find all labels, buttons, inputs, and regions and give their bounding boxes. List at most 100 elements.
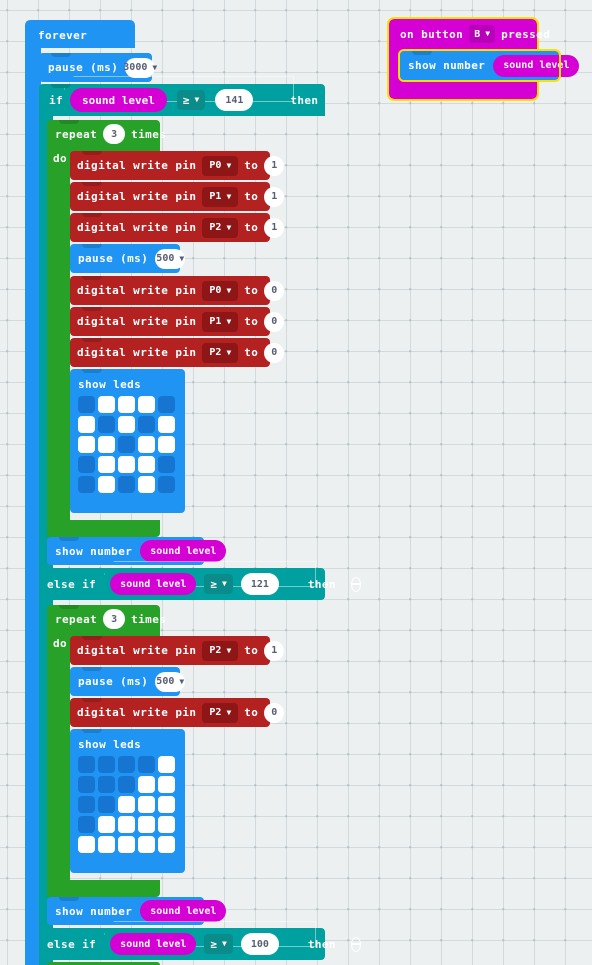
digital-write-block[interactable]: digital write pin P2 ▼ to 1 xyxy=(70,636,285,665)
led-cell-r5-c2[interactable] xyxy=(98,836,115,853)
led-cell-r1-c3[interactable] xyxy=(118,396,135,413)
led-cell-r2-c4[interactable] xyxy=(138,416,155,433)
led-cell-r2-c1[interactable] xyxy=(78,776,95,793)
sound-level-reporter[interactable]: sound level xyxy=(140,900,227,922)
pin-dropdown[interactable]: P2 ▼ xyxy=(202,640,239,661)
repeat-count-field[interactable]: 3 xyxy=(103,609,126,629)
led-cell-r2-c3[interactable] xyxy=(118,416,135,433)
led-cell-r1-c1[interactable] xyxy=(78,756,95,773)
sound-level-reporter[interactable]: sound level xyxy=(110,573,197,595)
pin-value-field[interactable]: 1 xyxy=(264,186,285,207)
pin-value-field[interactable]: 1 xyxy=(264,640,285,661)
led-cell-r5-c5[interactable] xyxy=(158,836,175,853)
led-cell-r1-c1[interactable] xyxy=(78,396,95,413)
led-cell-r3-c3[interactable] xyxy=(118,796,135,813)
led-cell-r4-c1[interactable] xyxy=(78,816,95,833)
led-cell-r3-c3[interactable] xyxy=(118,436,135,453)
digital-write-block[interactable]: digital write pin P2 ▼ to 0 xyxy=(70,698,285,727)
pin-value-field[interactable]: 1 xyxy=(264,217,285,238)
led-cell-r4-c1[interactable] xyxy=(78,456,95,473)
led-cell-r2-c4[interactable] xyxy=(138,776,155,793)
led-cell-r1-c2[interactable] xyxy=(98,396,115,413)
led-cell-r1-c3[interactable] xyxy=(118,756,135,773)
led-cell-r1-c5[interactable] xyxy=(158,396,175,413)
led-cell-r5-c4[interactable] xyxy=(138,476,155,493)
led-cell-r3-c1[interactable] xyxy=(78,436,95,453)
led-cell-r2-c3[interactable] xyxy=(118,776,135,793)
remove-branch-icon[interactable] xyxy=(350,576,361,592)
pin-value-field[interactable]: 1 xyxy=(264,155,285,176)
digital-write-block[interactable]: digital write pin P1 ▼ to 0 xyxy=(70,307,285,336)
led-cell-r1-c2[interactable] xyxy=(98,756,115,773)
comparison-operator-dropdown[interactable]: ≥ ▼ xyxy=(176,90,206,110)
led-cell-r3-c5[interactable] xyxy=(158,436,175,453)
sound-level-reporter[interactable]: sound level xyxy=(110,933,197,955)
show-number-block-1[interactable]: show number sound level xyxy=(47,537,227,565)
repeat-block-1[interactable]: repeat 3 times xyxy=(47,120,166,148)
pin-dropdown[interactable]: P2 ▼ xyxy=(202,342,239,363)
pause-block[interactable]: pause (ms) 500 ▼ xyxy=(70,667,186,696)
comparison-operator-dropdown[interactable]: ≥ ▼ xyxy=(204,574,233,594)
repeat-block-2[interactable]: repeat 3 times xyxy=(47,605,166,633)
show-number-block-selected[interactable]: show number sound level xyxy=(398,49,580,82)
led-cell-r3-c2[interactable] xyxy=(98,436,115,453)
led-cell-r2-c5[interactable] xyxy=(158,776,175,793)
led-cell-r4-c3[interactable] xyxy=(118,816,135,833)
sound-level-reporter[interactable]: sound level xyxy=(493,54,580,77)
led-cell-r3-c2[interactable] xyxy=(98,796,115,813)
digital-write-block[interactable]: digital write pin P2 ▼ to 0 xyxy=(70,338,285,367)
led-cell-r3-c4[interactable] xyxy=(138,436,155,453)
led-cell-r3-c5[interactable] xyxy=(158,796,175,813)
led-cell-r5-c3[interactable] xyxy=(118,476,135,493)
led-cell-r5-c2[interactable] xyxy=(98,476,115,493)
led-cell-r5-c1[interactable] xyxy=(78,836,95,853)
led-cell-r4-c2[interactable] xyxy=(98,816,115,833)
led-cell-r5-c3[interactable] xyxy=(118,836,135,853)
pin-dropdown[interactable]: P2 ▼ xyxy=(202,217,239,238)
sound-level-reporter[interactable]: sound level xyxy=(70,88,167,112)
led-cell-r2-c5[interactable] xyxy=(158,416,175,433)
led-cell-r5-c1[interactable] xyxy=(78,476,95,493)
threshold-field[interactable]: 141 xyxy=(215,89,254,111)
digital-write-block[interactable]: digital write pin P0 ▼ to 0 xyxy=(70,276,285,305)
sound-level-reporter[interactable]: sound level xyxy=(140,540,227,562)
digital-write-block[interactable]: digital write pin P2 ▼ to 1 xyxy=(70,213,285,242)
pin-dropdown[interactable]: P2 ▼ xyxy=(202,702,239,723)
led-cell-r4-c5[interactable] xyxy=(158,456,175,473)
led-cell-r3-c1[interactable] xyxy=(78,796,95,813)
led-cell-r3-c4[interactable] xyxy=(138,796,155,813)
pin-dropdown[interactable]: P1 ▼ xyxy=(202,186,239,207)
pause-block[interactable]: pause (ms) 500 ▼ xyxy=(70,244,186,273)
led-cell-r4-c2[interactable] xyxy=(98,456,115,473)
remove-branch-icon[interactable] xyxy=(350,936,361,952)
pin-value-field[interactable]: 0 xyxy=(264,311,285,332)
led-cell-r4-c4[interactable] xyxy=(138,816,155,833)
pause-value-dropdown[interactable]: 500 ▼ xyxy=(155,671,186,692)
threshold-field[interactable]: 100 xyxy=(240,933,279,955)
led-cell-r4-c4[interactable] xyxy=(138,456,155,473)
pin-dropdown[interactable]: P0 ▼ xyxy=(202,155,239,176)
pause-value-dropdown[interactable]: 3000 ▼ xyxy=(123,57,157,78)
comparison-operator-dropdown[interactable]: ≥ ▼ xyxy=(204,934,233,954)
digital-write-block[interactable]: digital write pin P1 ▼ to 1 xyxy=(70,182,285,211)
led-cell-r2-c1[interactable] xyxy=(78,416,95,433)
pause-value-dropdown[interactable]: 500 ▼ xyxy=(155,248,186,269)
led-cell-r1-c4[interactable] xyxy=(138,396,155,413)
led-matrix-2[interactable] xyxy=(78,756,175,853)
led-cell-r1-c5[interactable] xyxy=(158,756,175,773)
button-dropdown[interactable]: B ▼ xyxy=(469,25,496,43)
led-cell-r4-c5[interactable] xyxy=(158,816,175,833)
pin-value-field[interactable]: 0 xyxy=(264,702,285,723)
blocks-canvas[interactable]: forever pause (ms) 3000 ▼ if sound level… xyxy=(0,0,592,965)
pin-value-field[interactable]: 0 xyxy=(264,280,285,301)
digital-write-block[interactable]: digital write pin P0 ▼ to 1 xyxy=(70,151,285,180)
led-cell-r1-c4[interactable] xyxy=(138,756,155,773)
led-cell-r5-c5[interactable] xyxy=(158,476,175,493)
pin-value-field[interactable]: 0 xyxy=(264,342,285,363)
threshold-field[interactable]: 121 xyxy=(240,573,279,595)
pin-dropdown[interactable]: P1 ▼ xyxy=(202,311,239,332)
led-cell-r4-c3[interactable] xyxy=(118,456,135,473)
show-number-block-2[interactable]: show number sound level xyxy=(47,897,227,925)
led-matrix-1[interactable] xyxy=(78,396,175,493)
led-cell-r5-c4[interactable] xyxy=(138,836,155,853)
